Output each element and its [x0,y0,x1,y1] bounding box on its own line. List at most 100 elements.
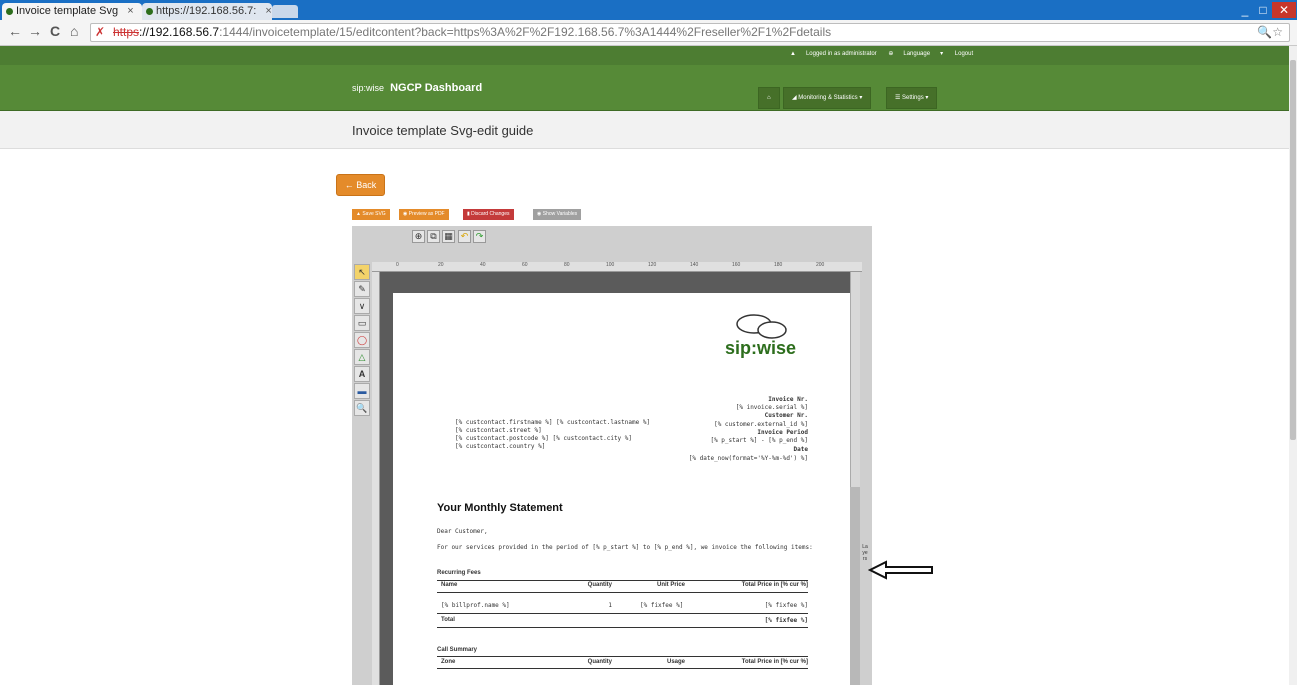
ruler-tick: 160 [732,262,741,268]
path-tool-icon[interactable]: ∨ [354,298,370,314]
arrow-left-icon: ← [344,180,354,190]
ruler-tick: 140 [690,262,699,268]
preview-pdf-button[interactable]: ◉ Preview as PDF [399,209,449,220]
nav-home-button[interactable]: ⌂ [758,87,780,109]
home-icon[interactable]: ⌂ [70,23,78,39]
nav-monitoring-label: Monitoring & Statistics [798,95,858,101]
table-rule [437,580,808,581]
clone-icon[interactable]: ⧉ [427,230,440,243]
address-line: [% custcontact.firstname %] [% custconta… [455,419,651,426]
ruler-tick: 60 [522,262,528,268]
url-input[interactable]: ✗ https://192.168.56.7:1444/invoicetempl… [90,23,1290,42]
show-variables-button[interactable]: ◉ Show Variables [533,209,582,220]
preview-pdf-label: Preview as PDF [408,211,445,217]
col-header-quantity: Quantity [587,582,612,588]
invoice-nr-value: [% invoice.serial %] [735,404,808,411]
col-header-quantity: Quantity [587,659,612,665]
text-tool-icon[interactable]: A [354,366,370,382]
reload-icon[interactable]: C [50,23,60,39]
caret-down-icon: ▾ [940,51,944,57]
col-header-name: Name [441,582,458,588]
pencil-tool-icon[interactable]: ✎ [354,281,370,297]
total-label: Total [441,617,455,623]
tab-invoice-template[interactable]: Invoice template Svg × [2,3,142,20]
maximize-icon[interactable]: □ [1254,2,1272,18]
tab-label: https://192.168.56.7: [156,5,257,17]
close-tab-icon[interactable]: × [127,5,133,17]
ruler-vertical [372,272,380,685]
sipwise-logo: sip:wise [352,83,385,93]
polygon-tool-icon[interactable]: △ [354,349,370,365]
table-rule [437,656,808,657]
page-scrollbar-thumb[interactable] [1290,60,1296,440]
tab-reseller[interactable]: https://192.168.56.7: × [142,3,272,20]
caret-down-icon: ▾ [925,95,929,101]
table-rule [437,668,808,669]
statement-heading: Your Monthly Statement [437,502,563,514]
address-line: [% custcontact.country %] [455,443,546,450]
zoom-star-icons[interactable]: 🔍☆ [1257,24,1283,41]
discard-label: Discard Changes [471,211,510,217]
select-tool-icon[interactable]: ↖ [354,264,370,280]
table-cell: 1 [608,602,612,609]
customer-nr-label: Customer Nr. [764,412,808,419]
tool-palette: ↖ ✎ ∨ ▭ ◯ △ A ▬ 🔍 [354,264,370,417]
image-tool-icon[interactable]: ▬ [354,383,370,399]
customer-nr-value: [% customer.external_id %] [714,421,808,428]
logo-text: sip:wise [725,338,796,358]
favicon-icon [146,8,153,15]
table-cell: [% fixfee %] [640,602,684,609]
date-label: Date [793,446,808,453]
period-value: [% p_start %] - [% p_end %] [710,437,808,444]
col-header-unit-price: Unit Price [656,582,685,588]
arrow-left-icon [868,560,933,580]
nav-settings-label: Settings [902,95,924,101]
nav-settings-button[interactable]: ☰ Settings ▾ [886,87,938,109]
user-icon: ▲ [790,51,796,57]
language-menu[interactable]: Language [903,51,930,57]
browser-titlebar: Invoice template Svg × https://192.168.5… [0,0,1297,20]
nav-monitoring-button[interactable]: ◢ Monitoring & Statistics ▾ [783,87,872,109]
table-rule [437,592,808,593]
globe-icon: ⊕ [888,51,894,57]
logout-link[interactable]: Logout [955,51,973,57]
editor-scrollbar-thumb[interactable] [850,487,860,685]
col-header-total-price: Total Price in [% cur %] [741,659,808,665]
new-tab-button[interactable] [272,5,298,18]
brand-bar: sip:wise NGCP Dashboard ⌂ ◢ Monitoring &… [0,65,1297,111]
grid-icon[interactable]: ▦ [442,230,455,243]
invoice-nr-label: Invoice Nr. [768,396,808,403]
redo-icon[interactable]: ↷ [473,230,486,243]
align-icon[interactable]: ⊕ [412,230,425,243]
back-arrow-icon[interactable]: ← [8,23,22,39]
address-line: [% custcontact.street %] [455,427,542,434]
insecure-lock-icon: ✗ [95,25,106,39]
brand-link[interactable]: sip:wise NGCP Dashboard [352,82,482,94]
close-window-icon[interactable]: ✕ [1272,2,1296,18]
discard-changes-button[interactable]: ▮ Discard Changes [463,209,514,220]
save-svg-button[interactable]: ▲ Save SVG [352,209,390,220]
ruler-tick: 200 [816,262,825,268]
back-button[interactable]: ← Back [336,174,385,196]
zoom-tool-icon[interactable]: 🔍 [354,400,370,416]
rect-tool-icon[interactable]: ▭ [354,315,370,331]
list-icon: ☰ [895,95,903,101]
caret-down-icon: ▾ [859,95,863,101]
table-rule [437,613,808,614]
url-host: ://192.168.56.7 [139,25,220,39]
greeting-text: Dear Customer, [437,528,488,535]
forward-arrow-icon[interactable]: → [28,23,42,39]
table-cell: [% billprof.name %] [441,602,510,609]
ruler-tick: 120 [648,262,657,268]
col-header-total-price: Total Price in [% cur %] [741,582,808,588]
period-label: Invoice Period [757,429,808,436]
date-value: [% date_now(format='%Y-%m-%d') %] [688,455,808,462]
recurring-fees-title: Recurring Fees [437,570,481,576]
undo-icon[interactable]: ↶ [458,230,471,243]
ellipse-tool-icon[interactable]: ◯ [354,332,370,348]
close-tab-icon[interactable]: × [265,5,271,17]
ruler-tick: 100 [606,262,615,268]
address-bar: ← → C ⌂ ✗ https://192.168.56.7:1444/invo… [0,20,1297,46]
minimize-icon[interactable]: _ [1236,2,1254,18]
col-header-usage: Usage [666,659,685,665]
